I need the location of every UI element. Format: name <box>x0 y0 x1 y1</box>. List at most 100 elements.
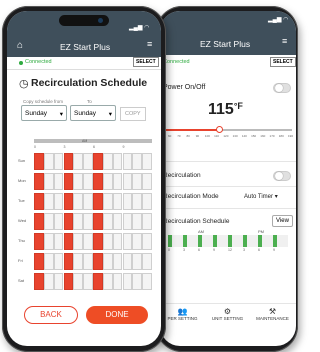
grid-cell[interactable] <box>93 253 103 270</box>
grid-cell[interactable] <box>102 153 113 170</box>
nav-item[interactable]: 👥 PER SETTING <box>160 307 205 321</box>
grid-cell[interactable] <box>122 233 133 250</box>
grid-cell[interactable] <box>102 193 113 210</box>
nav-item[interactable]: ⚙ UNIT SETTING <box>205 307 250 321</box>
grid-cell[interactable] <box>83 253 93 270</box>
grid-cell[interactable] <box>112 193 123 210</box>
grid-cell[interactable] <box>83 233 93 250</box>
grid-cell[interactable] <box>73 153 84 170</box>
grid-cell[interactable] <box>132 233 143 250</box>
grid-cell[interactable] <box>112 153 123 170</box>
grid-cell[interactable] <box>93 173 103 190</box>
grid-cell[interactable] <box>34 213 44 230</box>
grid-cell[interactable] <box>83 173 93 190</box>
temperature-slider[interactable]: 60 70 80 90 100 110 120 130 140 150 160 170 180 190 <box>164 125 293 143</box>
grid-cell[interactable] <box>43 193 54 210</box>
grid-cell[interactable] <box>132 193 143 210</box>
view-button[interactable]: View <box>272 215 293 227</box>
grid-cell[interactable] <box>73 233 84 250</box>
grid-cell[interactable] <box>63 253 74 270</box>
grid-cell[interactable] <box>102 173 113 190</box>
front-select-button[interactable]: SELECT <box>133 57 159 67</box>
grid-cell[interactable] <box>93 193 103 210</box>
grid-cell[interactable] <box>43 213 54 230</box>
done-button[interactable]: DONE <box>86 306 148 324</box>
grid-cell[interactable] <box>53 173 64 190</box>
grid-cell[interactable] <box>73 253 84 270</box>
recirculation-toggle[interactable] <box>273 171 291 181</box>
grid-cell[interactable] <box>122 253 133 270</box>
grid-cell[interactable] <box>73 273 84 290</box>
slider-handle[interactable] <box>215 126 223 133</box>
grid-cell[interactable] <box>122 153 133 170</box>
grid-cell[interactable] <box>63 233 74 250</box>
grid-cell[interactable] <box>34 173 44 190</box>
grid-cell[interactable] <box>93 153 103 170</box>
grid-cell[interactable] <box>102 233 113 250</box>
grid-cell[interactable] <box>43 153 54 170</box>
grid-cell[interactable] <box>93 233 103 250</box>
grid-cell[interactable] <box>53 193 64 210</box>
grid-cell[interactable] <box>34 253 44 270</box>
grid-cell[interactable] <box>112 273 123 290</box>
grid-cell[interactable] <box>63 153 74 170</box>
grid-cell[interactable] <box>142 193 152 210</box>
nav-item[interactable]: ⚒ MAINTENANCE <box>250 307 295 321</box>
grid-cell[interactable] <box>83 213 93 230</box>
grid-cell[interactable] <box>53 233 64 250</box>
grid-cell[interactable] <box>43 253 54 270</box>
grid-cell[interactable] <box>132 253 143 270</box>
grid-cell[interactable] <box>63 213 74 230</box>
copy-button[interactable]: COPY <box>120 107 146 121</box>
grid-cell[interactable] <box>142 253 152 270</box>
home-icon[interactable]: ⌂ <box>17 40 23 51</box>
grid-cell[interactable] <box>63 273 74 290</box>
grid-cell[interactable] <box>73 193 84 210</box>
grid-cell[interactable] <box>122 213 133 230</box>
back-button[interactable]: BACK <box>24 306 78 324</box>
grid-cell[interactable] <box>122 273 133 290</box>
grid-cell[interactable] <box>112 173 123 190</box>
grid-cell[interactable] <box>53 273 64 290</box>
grid-cell[interactable] <box>63 173 74 190</box>
grid-cell[interactable] <box>142 273 152 290</box>
grid-cell[interactable] <box>112 213 123 230</box>
grid-cell[interactable] <box>102 253 113 270</box>
grid-cell[interactable] <box>132 153 143 170</box>
grid-cell[interactable] <box>43 173 54 190</box>
grid-cell[interactable] <box>132 173 143 190</box>
grid-cell[interactable] <box>142 173 152 190</box>
grid-cell[interactable] <box>112 233 123 250</box>
grid-cell[interactable] <box>43 233 54 250</box>
grid-cell[interactable] <box>63 193 74 210</box>
recirc-mode-select[interactable]: Auto Timer ▾ <box>244 193 278 200</box>
back-menu-icon[interactable]: ≡ <box>282 36 287 46</box>
grid-cell[interactable] <box>73 213 84 230</box>
grid-cell[interactable] <box>142 233 152 250</box>
grid-cell[interactable] <box>132 213 143 230</box>
grid-cell[interactable] <box>122 173 133 190</box>
grid-cell[interactable] <box>83 273 93 290</box>
grid-cell[interactable] <box>34 153 44 170</box>
grid-cell[interactable] <box>132 273 143 290</box>
copy-from-select[interactable]: Sunday ▾ <box>21 105 67 121</box>
back-select-button[interactable]: SELECT <box>270 57 296 67</box>
grid-cell[interactable] <box>112 253 123 270</box>
grid-cell[interactable] <box>53 153 64 170</box>
grid-cell[interactable] <box>34 233 44 250</box>
grid-cell[interactable] <box>43 273 54 290</box>
front-menu-icon[interactable]: ≡ <box>147 39 152 49</box>
grid-cell[interactable] <box>93 273 103 290</box>
grid-cell[interactable] <box>34 193 44 210</box>
grid-cell[interactable] <box>53 253 64 270</box>
grid-cell[interactable] <box>34 273 44 290</box>
grid-cell[interactable] <box>83 153 93 170</box>
grid-cell[interactable] <box>53 213 64 230</box>
grid-cell[interactable] <box>102 213 113 230</box>
power-toggle[interactable] <box>273 83 291 93</box>
grid-cell[interactable] <box>122 193 133 210</box>
grid-cell[interactable] <box>83 193 93 210</box>
grid-cell[interactable] <box>142 213 152 230</box>
grid-cell[interactable] <box>73 173 84 190</box>
grid-cell[interactable] <box>102 273 113 290</box>
